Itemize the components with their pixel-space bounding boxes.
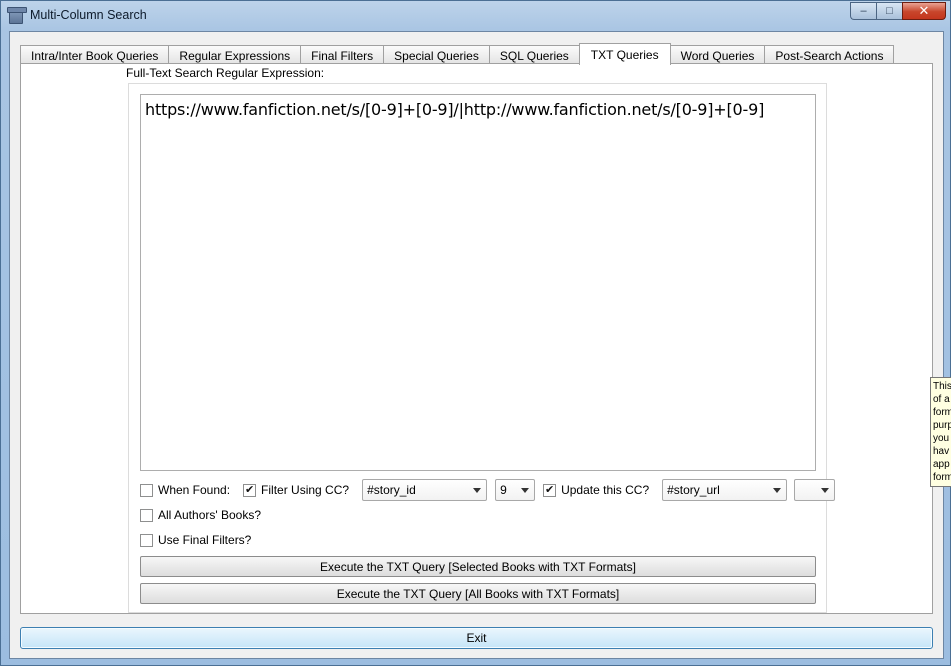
tab-sql-queries[interactable]: SQL Queries [488,45,579,65]
maximize-button[interactable]: □ [876,2,902,20]
dialog-client-area: Intra/Inter Book Queries Regular Express… [9,31,944,659]
use-final-filters-checkbox[interactable] [140,533,153,547]
tab-final-filters[interactable]: Final Filters [300,45,384,65]
filter-column-combo[interactable]: #story_id [362,479,488,501]
update-column-value: #story_url [667,483,720,497]
update-cc-checkbox[interactable] [543,483,557,497]
when-found-checkbox[interactable] [140,483,153,497]
tooltip-line: hav [933,446,950,457]
regex-text-editor[interactable]: https://www.fanfiction.net/s/[0-9]+[0-9]… [140,94,816,471]
tab-bar: Intra/Inter Book Queries Regular Express… [20,43,895,65]
tooltip-line: form [933,472,951,483]
title-bar[interactable]: Multi-Column Search – □ ✕ [1,1,950,31]
update-cc-label: Update this CC? [561,483,650,497]
tooltip-line: This [933,381,951,392]
filter-using-cc-label: Filter Using CC? [261,483,350,497]
chevron-down-icon [821,488,830,493]
all-authors-label: All Authors' Books? [158,508,262,522]
tooltip-line: app [933,459,950,470]
filter-column-value: #story_id [367,483,416,497]
regex-text: https://www.fanfiction.net/s/[0-9]+[0-9]… [145,100,765,119]
tab-word-queries[interactable]: Word Queries [670,45,765,65]
exit-button[interactable]: Exit [20,627,933,649]
chevron-down-icon [473,488,482,493]
txt-queries-panel: Full-Text Search Regular Expression: htt… [20,63,933,614]
update-column-combo[interactable]: #story_url [662,479,788,501]
options-row-1: When Found: Filter Using CC? #story_id 9… [140,479,836,501]
tab-special-queries[interactable]: Special Queries [383,45,489,65]
close-button[interactable]: ✕ [902,2,946,20]
window-title: Multi-Column Search [30,8,147,22]
app-icon [7,7,27,24]
tooltip-line: purp [933,420,951,431]
chevron-down-icon [521,488,530,493]
tab-regular-expressions[interactable]: Regular Expressions [168,45,301,65]
tab-post-search-actions[interactable]: Post-Search Actions [764,45,895,65]
options-row-2: All Authors' Books? [140,508,261,522]
chevron-down-icon [773,488,782,493]
filter-value: 9 [500,483,507,497]
execute-all-books-button[interactable]: Execute the TXT Query [All Books with TX… [140,583,816,604]
when-found-label: When Found: [158,483,231,497]
tab-txt-queries[interactable]: TXT Queries [578,43,671,65]
options-row-3: Use Final Filters? [140,533,251,547]
tooltip: This of a form purp you hav app form [930,377,951,487]
txt-query-group: https://www.fanfiction.net/s/[0-9]+[0-9]… [128,83,836,613]
filter-using-cc-checkbox[interactable] [243,483,257,497]
tooltip-line: of a [933,394,950,405]
all-authors-checkbox[interactable] [140,508,153,522]
window-controls: – □ ✕ [850,2,946,20]
execute-selected-books-button[interactable]: Execute the TXT Query [Selected Books wi… [140,556,816,577]
multi-column-search-window: Multi-Column Search – □ ✕ Intra/Inter Bo… [0,0,951,666]
tooltip-line: you [933,433,950,444]
tab-intra-inter-book-queries[interactable]: Intra/Inter Book Queries [20,45,169,65]
regex-label: Full-Text Search Regular Expression: [126,66,325,80]
update-extra-combo[interactable] [794,479,836,501]
tooltip-line: form [933,407,951,418]
use-final-filters-label: Use Final Filters? [158,533,252,547]
minimize-button[interactable]: – [850,2,876,20]
filter-value-combo[interactable]: 9 [495,479,536,501]
